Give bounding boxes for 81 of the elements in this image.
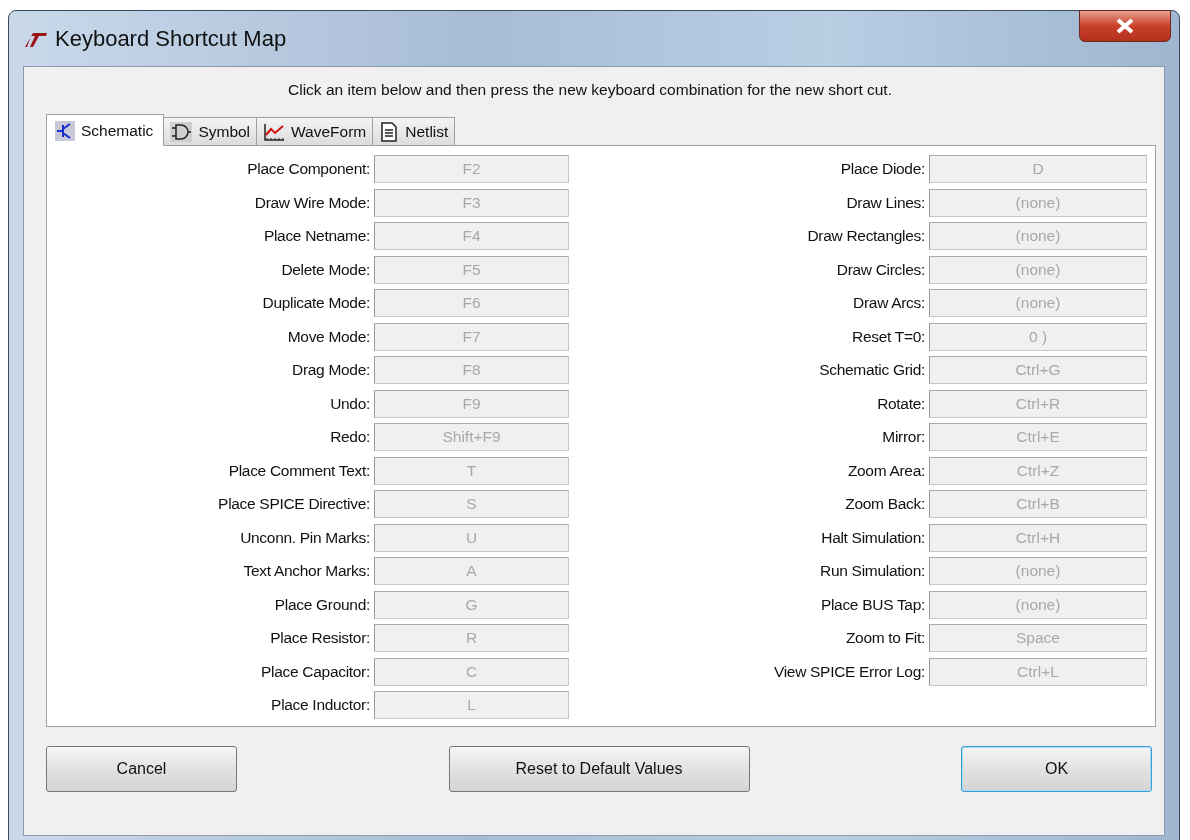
shortcut-field[interactable]: F3 (374, 188, 569, 217)
shortcut-label: Zoom Back: (845, 495, 925, 513)
dialog-button[interactable]: Reset to Default Values (448, 746, 750, 792)
shortcut-label: Redo: (330, 428, 370, 446)
shortcut-field[interactable]: 0 ) (929, 322, 1147, 351)
shortcut-label: Rotate: (877, 394, 925, 413)
tab[interactable]: Schematic (46, 114, 165, 146)
tab[interactable]: Symbol (163, 117, 258, 145)
shortcut-field[interactable]: D (929, 155, 1147, 183)
shortcut-field[interactable]: U (374, 523, 569, 552)
tab[interactable]: WaveForm (256, 117, 374, 145)
shortcut-field[interactable]: Shift+F9 (374, 423, 569, 451)
shortcut-label: Drag Mode: (292, 361, 370, 379)
shortcut-field[interactable]: Ctrl+G (929, 356, 1147, 384)
transistor-icon (55, 120, 75, 141)
shortcut-field[interactable]: L (374, 691, 569, 719)
shortcut-field[interactable]: Ctrl+R (929, 389, 1147, 418)
shortcut-field[interactable]: C (374, 657, 569, 686)
shortcut-field[interactable]: (none) (929, 255, 1147, 284)
shortcut-label: Move Mode: (287, 327, 370, 346)
shortcut-label: Zoom to Fit: (845, 629, 925, 647)
shortcut-field[interactable]: G (374, 590, 569, 619)
shortcut-label: Unconn. Pin Marks: (240, 528, 370, 547)
shortcut-field[interactable]: F2 (374, 155, 569, 183)
shortcut-label: Place BUS Tap: (820, 595, 925, 614)
shortcut-field[interactable]: F4 (374, 222, 569, 250)
shortcut-label: Place Inductor: (271, 696, 370, 714)
shortcut-label: Draw Arcs: (853, 294, 925, 312)
shortcut-label: Place Resistor: (270, 629, 370, 647)
shortcut-label: Schematic Grid: (819, 361, 925, 379)
shortcut-field[interactable]: T (374, 456, 569, 485)
shortcut-field[interactable]: Space (929, 624, 1147, 652)
shortcut-field[interactable]: (none) (929, 222, 1147, 250)
shortcut-field[interactable]: Ctrl+E (929, 423, 1147, 451)
shortcut-field[interactable]: (none) (929, 590, 1147, 619)
shortcut-field[interactable]: S (374, 490, 569, 518)
window-title: Keyboard Shortcut Map (55, 25, 287, 52)
shortcut-label: Draw Lines: (846, 193, 925, 212)
instruction-text: Click an item below and then press the new keyboard combination for the new short cut. (287, 80, 893, 100)
shortcut-label: Place Ground: (274, 595, 370, 614)
dialog-button[interactable]: Cancel (46, 746, 237, 792)
shortcut-label: Place Comment Text: (228, 461, 370, 480)
shortcut-label: Place Netname: (263, 227, 370, 245)
gate-icon (170, 121, 193, 142)
shortcut-label: Text Anchor Marks: (243, 562, 370, 580)
shortcut-field[interactable]: Ctrl+L (929, 657, 1147, 686)
shortcut-label: View SPICE Error Log: (773, 662, 925, 681)
shortcut-label: Place SPICE Directive: (218, 495, 370, 513)
shortcut-field[interactable]: (none) (929, 289, 1147, 317)
shortcut-label: Reset T=0: (852, 327, 925, 346)
shortcut-field[interactable]: R (374, 624, 569, 652)
shortcut-field[interactable]: (none) (929, 188, 1147, 217)
shortcut-field[interactable]: A (374, 557, 569, 585)
waveform-icon (263, 121, 286, 142)
close-icon (1115, 18, 1135, 34)
shortcut-field[interactable]: Ctrl+B (929, 490, 1147, 518)
tab[interactable]: Netlist (372, 117, 456, 145)
shortcut-label: Undo: (330, 394, 370, 413)
shortcut-label: Draw Wire Mode: (254, 193, 370, 212)
shortcut-field[interactable]: F7 (374, 322, 569, 351)
shortcut-field[interactable]: F8 (374, 356, 569, 384)
close-button[interactable] (1079, 10, 1171, 42)
shortcut-field[interactable]: (none) (929, 557, 1147, 585)
shortcut-field[interactable]: F5 (374, 255, 569, 284)
shortcut-label: Mirror: (882, 428, 925, 446)
shortcut-label: Draw Circles: (836, 260, 925, 279)
shortcut-label: Run Simulation: (820, 562, 925, 580)
shortcut-field[interactable]: Ctrl+Z (929, 456, 1147, 485)
shortcut-field[interactable]: F9 (374, 389, 569, 418)
document-icon (379, 121, 400, 142)
shortcut-label: Delete Mode: (281, 260, 370, 279)
shortcut-label: Halt Simulation: (821, 528, 925, 547)
dialog-button[interactable]: OK (961, 746, 1152, 792)
shortcut-label: Draw Rectangles: (807, 227, 925, 245)
shortcut-field[interactable]: F6 (374, 289, 569, 317)
shortcut-field[interactable]: Ctrl+H (929, 523, 1147, 552)
shortcut-label: Place Component: (247, 160, 370, 178)
shortcut-label: Place Capacitor: (261, 662, 370, 681)
shortcut-label: Place Diode: (840, 160, 925, 178)
shortcut-label: Zoom Area: (847, 461, 925, 480)
shortcut-label: Duplicate Mode: (262, 294, 370, 312)
